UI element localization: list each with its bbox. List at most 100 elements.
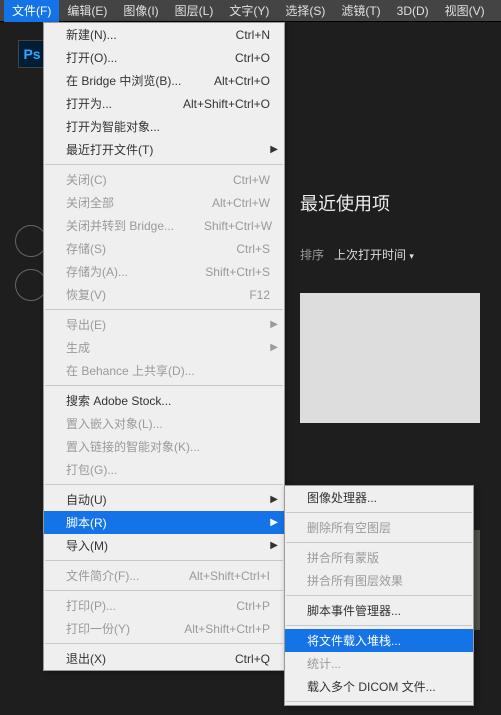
file-menu-item-label: 文件简介(F)...	[66, 567, 139, 584]
menubar-item-0[interactable]: 文件(F)	[4, 0, 59, 22]
menubar-item-2[interactable]: 图像(I)	[115, 0, 166, 22]
file-menu-item-label: 置入链接的智能对象(K)...	[66, 438, 200, 455]
menubar-item-3[interactable]: 图层(L)	[167, 0, 222, 22]
file-menu-item-16: 在 Behance 上共享(D)...	[44, 359, 284, 382]
file-menu-item-label: 打包(G)...	[66, 461, 117, 478]
file-menu-item-2[interactable]: 在 Bridge 中浏览(B)... Alt+Ctrl+O	[44, 69, 284, 92]
file-menu-item-21: 打包(G)...	[44, 458, 284, 481]
file-menu-item-0[interactable]: 新建(N)... Ctrl+N	[44, 23, 284, 46]
file-menu-item-label: 导出(E)	[66, 316, 106, 333]
file-menu-item-label: 关闭(C)	[66, 171, 107, 188]
file-menu-item-label: 打开为智能对象...	[66, 118, 160, 135]
file-menu-item-32[interactable]: 退出(X) Ctrl+Q	[44, 647, 284, 670]
recent-panel: 最近使用项 排序 上次打开时间 ▾	[300, 190, 480, 423]
menubar-item-1[interactable]: 编辑(E)	[59, 0, 115, 22]
file-menu-item-shortcut: Alt+Ctrl+O	[214, 74, 270, 88]
file-menu-sep-31	[45, 643, 283, 644]
script-menu-item-5: 拼合所有图层效果	[285, 569, 473, 592]
file-menu-item-1[interactable]: 打开(O)...Ctrl+O	[44, 46, 284, 69]
file-menu-item-shortcut: Ctrl+N	[236, 28, 270, 42]
script-menu-item-4: 拼合所有蒙版	[285, 546, 473, 569]
file-menu-item-shortcut: Alt+Shift+Ctrl+P	[184, 622, 270, 636]
recent-thumbnail-1[interactable]	[300, 293, 480, 423]
script-menu-sep-6	[286, 595, 472, 596]
file-menu-item-label: 存储(S)	[66, 240, 106, 257]
file-menu-item-shortcut: Ctrl+Q	[235, 652, 270, 666]
script-menu-item-label: 图像处理器...	[307, 489, 377, 506]
script-menu-item-label: 统计...	[307, 655, 341, 672]
file-menu-sep-6	[45, 164, 283, 165]
file-menu-item-shortcut: Shift+Ctrl+S	[205, 265, 270, 279]
script-menu-item-label: 脚本事件管理器...	[307, 602, 401, 619]
file-menu-item-shortcut: Alt+Shift+Ctrl+O	[183, 97, 270, 111]
file-menu-sep-22	[45, 484, 283, 485]
script-menu-item-9[interactable]: 将文件载入堆栈...	[285, 629, 473, 652]
file-menu-item-label: 恢复(V)	[66, 286, 106, 303]
file-menu-item-7: 关闭(C) Ctrl+W	[44, 168, 284, 191]
file-menu-item-label: 在 Bridge 中浏览(B)...	[66, 72, 181, 89]
script-menu-sep-8	[286, 625, 472, 626]
ps-logo: Ps	[18, 40, 46, 68]
file-menu-item-shortcut: Shift+Ctrl+W	[204, 219, 272, 233]
menubar-item-8[interactable]: 视图(V)	[437, 0, 493, 22]
file-menu-item-3[interactable]: 打开为...Alt+Shift+Ctrl+O	[44, 92, 284, 115]
file-menu-sep-13	[45, 309, 283, 310]
script-submenu-dropdown: 图像处理器... 删除所有空图层拼合所有蒙版拼合所有图层效果脚本事件管理器... 将…	[284, 485, 474, 706]
file-menu-item-20: 置入链接的智能对象(K)...	[44, 435, 284, 458]
file-menu-item-label: 退出(X)	[66, 650, 106, 667]
menubar-item-7[interactable]: 3D(D)	[389, 0, 437, 22]
file-menu-item-label: 自动(U)	[66, 491, 107, 508]
file-menu-item-label: 最近打开文件(T)	[66, 141, 153, 158]
file-menu-item-15: 生成▶	[44, 336, 284, 359]
file-menu-item-shortcut: Ctrl+O	[235, 51, 270, 65]
chevron-right-icon: ▶	[270, 144, 278, 155]
menubar-item-5[interactable]: 选择(S)	[277, 0, 333, 22]
script-menu-sep-3	[286, 542, 472, 543]
file-menu-item-label: 打印(P)...	[66, 597, 116, 614]
file-menu-item-8: 关闭全部Alt+Ctrl+W	[44, 191, 284, 214]
menubar-item-4[interactable]: 文字(Y)	[221, 0, 277, 22]
file-menu-item-30: 打印一份(Y)Alt+Shift+Ctrl+P	[44, 617, 284, 640]
script-menu-item-label: 拼合所有图层效果	[307, 572, 403, 589]
file-menu-item-5[interactable]: 最近打开文件(T) ▶	[44, 138, 284, 161]
script-menu-item-0[interactable]: 图像处理器...	[285, 486, 473, 509]
file-menu-item-label: 搜索 Adobe Stock...	[66, 392, 171, 409]
script-menu-item-2: 删除所有空图层	[285, 516, 473, 539]
file-menu-item-label: 导入(M)	[66, 537, 108, 554]
file-menu-item-25[interactable]: 导入(M)▶	[44, 534, 284, 557]
script-menu-item-label: 载入多个 DICOM 文件...	[307, 678, 436, 695]
file-menu-item-shortcut: Ctrl+S	[236, 242, 270, 256]
file-menu-item-27: 文件简介(F)... Alt+Shift+Ctrl+I	[44, 564, 284, 587]
sort-value[interactable]: 上次打开时间 ▾	[334, 246, 414, 263]
file-menu-item-label: 关闭全部	[66, 194, 114, 211]
script-menu-sep-1	[286, 512, 472, 513]
file-menu-item-19: 置入嵌入对象(L)...	[44, 412, 284, 435]
file-menu-item-23[interactable]: 自动(U) ▶	[44, 488, 284, 511]
file-menu-item-29: 打印(P)... Ctrl+P	[44, 594, 284, 617]
file-menu-item-24[interactable]: 脚本(R)▶	[44, 511, 284, 534]
file-menu-item-9: 关闭并转到 Bridge... Shift+Ctrl+W	[44, 214, 284, 237]
file-menu-item-14: 导出(E) ▶	[44, 313, 284, 336]
file-menu-item-label: 生成	[66, 339, 90, 356]
chevron-right-icon: ▶	[270, 319, 278, 330]
script-menu-item-10: 统计...	[285, 652, 473, 675]
file-menu-item-10: 存储(S) Ctrl+S	[44, 237, 284, 260]
script-menu-item-7[interactable]: 脚本事件管理器...	[285, 599, 473, 622]
menubar-item-6[interactable]: 滤镜(T)	[333, 0, 388, 22]
file-menu-item-4[interactable]: 打开为智能对象...	[44, 115, 284, 138]
script-menu-item-11[interactable]: 载入多个 DICOM 文件...	[285, 675, 473, 698]
file-menu-item-label: 脚本(R)	[66, 514, 107, 531]
file-menu-sep-26	[45, 560, 283, 561]
file-menu-item-shortcut: Ctrl+P	[236, 599, 270, 613]
file-menu-item-shortcut: F12	[249, 288, 270, 302]
file-menu-item-label: 新建(N)...	[66, 26, 117, 43]
script-menu-item-label: 拼合所有蒙版	[307, 549, 379, 566]
file-menu-item-label: 关闭并转到 Bridge...	[66, 217, 174, 234]
chevron-right-icon: ▶	[270, 494, 278, 505]
file-menu-item-12: 恢复(V) F12	[44, 283, 284, 306]
file-menu-item-11: 存储为(A)...Shift+Ctrl+S	[44, 260, 284, 283]
file-menu-item-shortcut: Ctrl+W	[233, 173, 270, 187]
recent-title: 最近使用项	[300, 190, 480, 216]
file-menu-item-18[interactable]: 搜索 Adobe Stock...	[44, 389, 284, 412]
file-menu-item-shortcut: Alt+Shift+Ctrl+I	[189, 569, 270, 583]
